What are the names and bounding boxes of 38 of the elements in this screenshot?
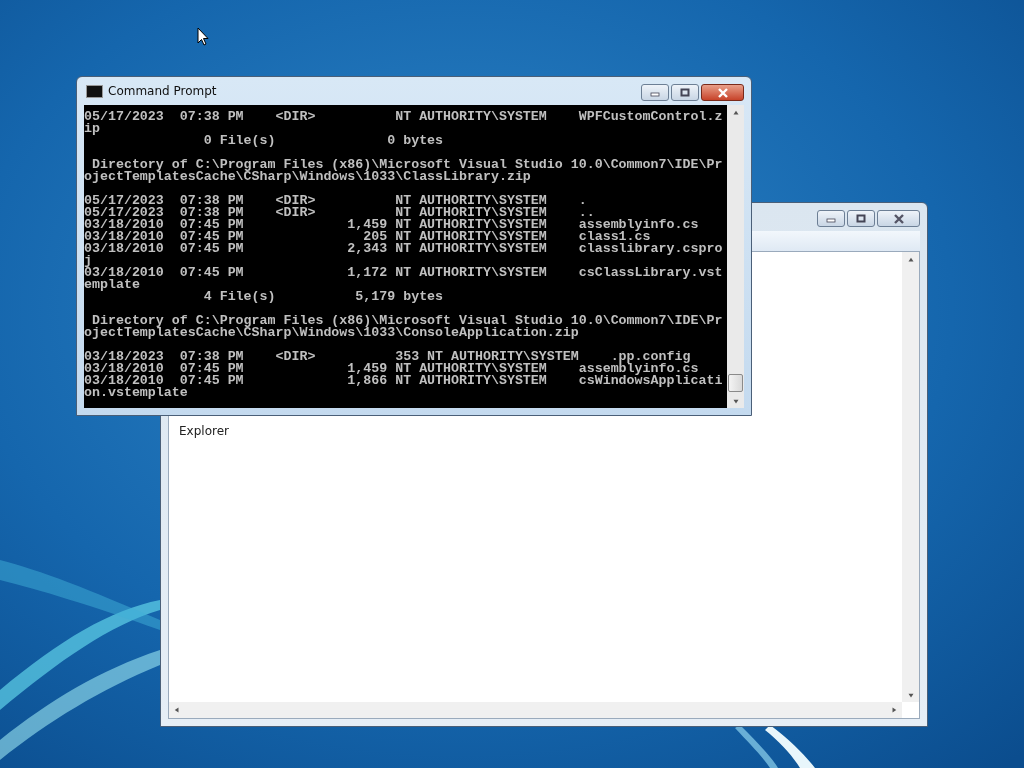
close-button[interactable] — [701, 84, 744, 101]
console-line: 03/18/2010 07:45 PM 1,172 NT AUTHORITY\SYSTEM csClassLibrary.vst — [84, 267, 724, 279]
console-line: 4 File(s) 5,179 bytes — [202, 291, 445, 303]
console-line: 03/18/2010 07:45 PM 1,459 NT AUTHORITY\SYSTEM assemblyinfo.cs — [84, 219, 700, 231]
console-line: 05/17/2023 07:38 PM <DIR> NT AUTHORITY\SYSTEM . — [84, 195, 588, 207]
console-line: ojectTemplatesCache\CSharp\Windows\1033\ClassLibrary.zip — [84, 171, 532, 183]
console-line: ip — [84, 123, 101, 135]
close-icon — [716, 86, 729, 99]
console-line: 03/18/2010 07:45 PM 1,459 NT AUTHORITY\SYSTEM assemblyinfo.cs — [84, 363, 699, 375]
maximize-icon — [679, 86, 691, 99]
console-line: emplate — [84, 279, 141, 291]
console-line: 05/17/2023 07:38 PM <DIR> NT AUTHORITY\SYSTEM .. — [84, 207, 595, 219]
console-line: j — [84, 255, 92, 267]
window-title: Command Prompt — [108, 84, 218, 98]
close-icon — [892, 212, 905, 225]
scroll-thumb[interactable] — [728, 374, 743, 392]
console-line: 05/17/2023 07:38 PM <DIR> NT AUTHORITY\SYSTEM WPFCustomControl.z — [84, 111, 724, 123]
scrollbar[interactable] — [727, 105, 744, 408]
console-line: Directory of C:\Program Files (x86)\Microsoft Visual Studio 10.0\Common7\IDE\Pr — [91, 315, 724, 327]
console-line: ojectTemplatesCache\CSharp\Windows\1033\ConsoleApplication.zip — [84, 327, 580, 339]
maximize-button[interactable] — [671, 84, 699, 101]
maximize-button[interactable] — [847, 210, 875, 227]
console-line: Directory of C:\Program Files (x86)\Microsoft Visual Studio 10.0\Common7\IDE\Pr — [91, 159, 724, 171]
scrollbar[interactable] — [169, 702, 902, 718]
console-line: 03/18/2023 07:38 PM <DIR> 353 NT AUTHORITY\SYSTEM .pp.config — [84, 351, 691, 363]
console-line: 03/18/2010 07:45 PM 205 NT AUTHORITY\SYSTEM class1.cs — [84, 231, 651, 243]
maximize-icon — [855, 212, 867, 225]
console-line: 0 File(s) 0 bytes — [202, 135, 445, 147]
close-button[interactable] — [877, 210, 920, 227]
minimize-button[interactable] — [641, 84, 669, 101]
explorer-text: Explorer — [179, 424, 229, 438]
console-icon — [86, 84, 103, 98]
console-line: on.vstemplate — [84, 387, 189, 399]
mouse-pointer-icon — [197, 27, 209, 46]
minimize-button[interactable] — [817, 210, 845, 227]
console-line: 03/18/2010 07:45 PM 2,343 NT AUTHORITY\SYSTEM classlibrary.cspro — [84, 243, 724, 255]
console-line: 03/18/2010 07:45 PM 1,866 NT AUTHORITY\SYSTEM csWindowsApplicati — [84, 375, 724, 387]
scrollbar[interactable] — [902, 252, 919, 702]
